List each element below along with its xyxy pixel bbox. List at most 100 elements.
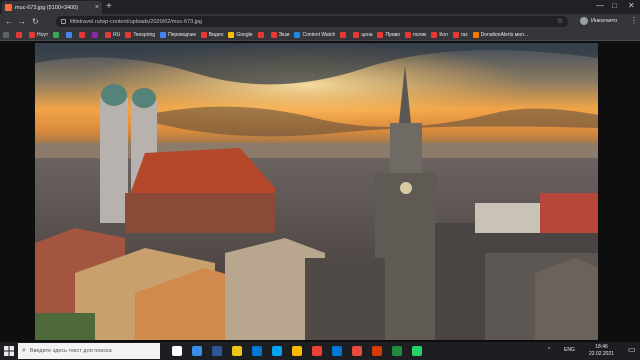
bookmark-favicon-icon <box>257 31 264 38</box>
bookmark-item[interactable] <box>257 31 266 38</box>
bookmark-item[interactable]: Content Watch <box>294 31 336 38</box>
bookmark-label: RU <box>113 31 121 38</box>
bookmark-label: Teespring <box>133 31 156 38</box>
close-window-button[interactable]: ✕ <box>628 1 635 11</box>
incognito-profile[interactable]: Инкогнито <box>580 17 617 25</box>
pinned-app-icon[interactable] <box>352 346 362 356</box>
bookmark-favicon-icon <box>125 31 132 38</box>
pinned-app-icon[interactable] <box>232 346 242 356</box>
bookmark-favicon-icon <box>92 31 99 38</box>
bookmark-favicon-icon <box>472 31 479 38</box>
bookmark-label: Content Watch <box>302 31 336 38</box>
pinned-app-icon[interactable] <box>212 346 222 356</box>
bookmark-favicon-icon <box>66 31 73 38</box>
pinned-app-icon[interactable] <box>192 346 202 356</box>
bookmark-label: полик <box>413 31 427 38</box>
bookmark-item[interactable]: газ <box>452 31 468 38</box>
bookmark-label: Право <box>385 31 401 38</box>
clock[interactable]: 18:46 22.02.2021 <box>589 344 614 358</box>
bookmark-favicon-icon <box>228 31 235 38</box>
favicon-icon <box>5 4 12 11</box>
pinned-app-icon[interactable] <box>372 346 382 356</box>
bookmark-favicon-icon <box>160 31 167 38</box>
bookmark-item[interactable]: полик <box>405 31 427 38</box>
back-button[interactable]: ← <box>5 16 13 27</box>
bookmark-favicon-icon <box>340 31 347 38</box>
munich-photo <box>35 43 598 340</box>
bookmark-label: газ <box>460 31 468 38</box>
reload-button[interactable]: ↻ <box>32 16 39 27</box>
bookmark-item[interactable] <box>66 31 74 38</box>
tab-strip: muc-673.jpg (5100×3400) × + — □ ✕ <box>0 0 640 14</box>
tray-arrow-icon[interactable]: ^ <box>548 347 550 353</box>
bookmark-star-icon[interactable]: ☆ <box>557 17 563 25</box>
bookmark-label: Ноут <box>37 31 49 38</box>
bookmark-item[interactable]: Google <box>228 31 253 38</box>
maximize-button[interactable]: □ <box>612 1 617 11</box>
bookmark-item[interactable]: DonationAlerts мил... <box>472 31 529 38</box>
bookmark-item[interactable]: Право <box>377 31 401 38</box>
bookmark-favicon-icon <box>377 31 384 38</box>
tab-title: muc-673.jpg (5100×3400) <box>15 4 79 11</box>
lock-icon <box>61 19 66 24</box>
address-bar[interactable]: littletravel.ru/wp-content/uploads/2020/… <box>56 16 568 27</box>
bookmark-label: Экзи <box>278 31 290 38</box>
photo-render <box>35 43 598 340</box>
notifications-icon[interactable]: ▭ <box>628 345 636 354</box>
pinned-app-icon[interactable] <box>392 346 402 356</box>
bookmark-item[interactable]: Видео <box>200 31 223 38</box>
image-viewer <box>0 41 640 342</box>
bookmark-label: DonationAlerts мил... <box>480 31 529 38</box>
pinned-app-icon[interactable] <box>172 346 182 356</box>
bookmark-favicon-icon <box>105 31 112 38</box>
bookmark-item[interactable]: цена <box>353 31 373 38</box>
language-indicator[interactable]: ENG <box>564 347 575 353</box>
bookmarks-bar: Ноут RU Teespring Переводчик Видео Google Экзи… <box>0 29 640 41</box>
bookmark-item[interactable]: Экзи <box>270 31 290 38</box>
bookmark-item[interactable] <box>16 31 24 38</box>
pinned-app-icon[interactable] <box>412 346 422 356</box>
search-placeholder: Введите здесь текст для поиска <box>29 348 112 354</box>
clock-time: 18:46 <box>595 344 608 350</box>
new-tab-button[interactable]: + <box>106 2 112 12</box>
bookmark-item[interactable]: Teespring <box>125 31 156 38</box>
bookmark-favicon-icon <box>16 31 22 38</box>
bookmark-item[interactable] <box>340 31 348 38</box>
pinned-app-icon[interactable] <box>292 346 302 356</box>
bookmark-favicon-icon <box>200 31 207 38</box>
pinned-app-icon[interactable] <box>252 346 262 356</box>
tab-active[interactable]: muc-673.jpg (5100×3400) × <box>2 1 102 14</box>
pinned-app-icon[interactable] <box>332 346 342 356</box>
bookmark-item[interactable] <box>79 31 87 38</box>
bookmark-favicon-icon <box>353 31 360 38</box>
taskbar-search-box[interactable]: ⌕ Введите здесь текст для поиска <box>18 343 160 359</box>
bookmark-item[interactable] <box>53 31 61 38</box>
bookmark-favicon-icon <box>405 31 412 38</box>
forward-button[interactable]: → <box>18 16 26 27</box>
bookmark-favicon-icon <box>3 31 9 38</box>
bookmark-favicon-icon <box>431 31 438 38</box>
bookmark-item[interactable] <box>92 31 100 38</box>
profile-name: Инкогнито <box>591 18 618 24</box>
bookmark-item[interactable]: Ноут <box>29 31 49 38</box>
bookmark-item[interactable]: Переводчик <box>160 31 196 38</box>
bookmark-item[interactable] <box>3 31 11 38</box>
bookmark-label: цена <box>361 31 373 38</box>
pinned-app-icon[interactable] <box>312 346 322 356</box>
pinned-app-icon[interactable] <box>272 346 282 356</box>
bookmark-favicon-icon <box>53 31 60 38</box>
bookmark-favicon-icon <box>452 31 459 38</box>
minimize-button[interactable]: — <box>596 1 604 11</box>
bookmark-favicon-icon <box>270 31 277 38</box>
bookmark-item[interactable]: Кол <box>431 31 448 38</box>
tab-close-icon[interactable]: × <box>95 4 99 11</box>
bookmark-item[interactable]: RU <box>105 31 121 38</box>
incognito-icon <box>580 17 588 25</box>
bookmark-favicon-icon <box>79 31 86 38</box>
bookmark-favicon-icon <box>294 31 301 38</box>
clock-date: 22.02.2021 <box>589 351 615 357</box>
menu-icon[interactable]: ⋮ <box>630 16 638 25</box>
bookmark-favicon-icon <box>29 31 35 38</box>
url-text: littletravel.ru/wp-content/uploads/2020/… <box>70 18 203 25</box>
windows-start-icon[interactable] <box>4 346 14 356</box>
